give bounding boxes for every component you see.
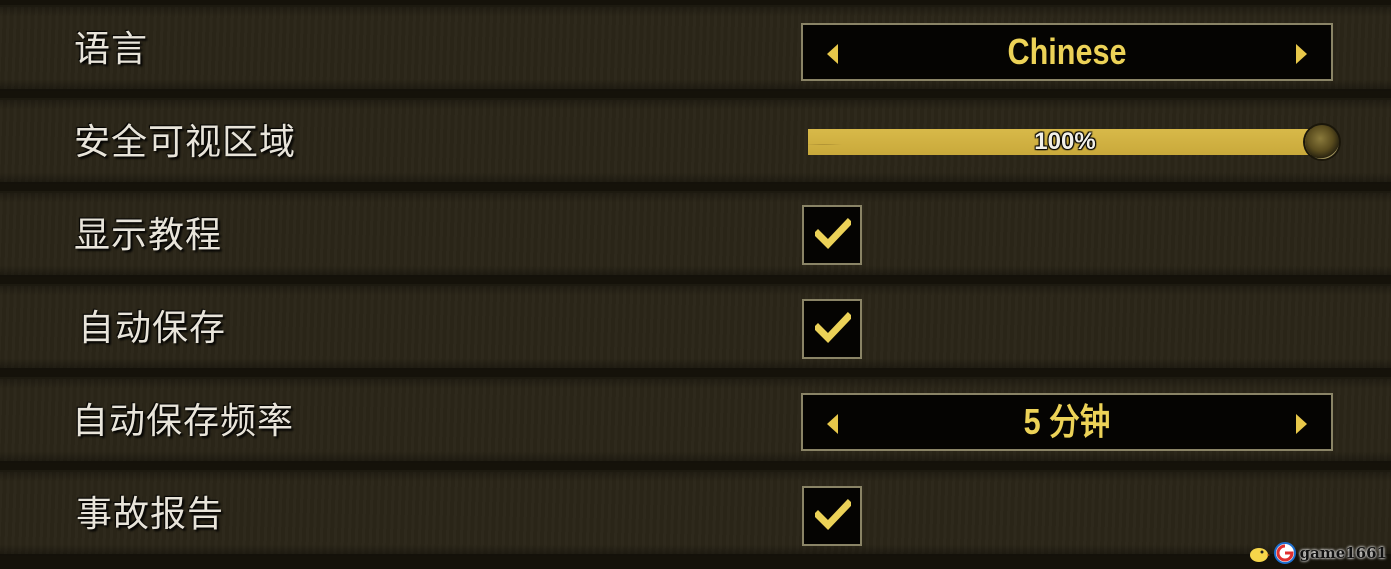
safe-area-value: 100% <box>1034 128 1096 155</box>
setting-row-crash-report: 事故报告 <box>0 470 1391 556</box>
settings-panel: 语言 Chinese 安全可视区域 100% 显示教程 自动保存 自动保存频率 … <box>0 0 1391 569</box>
autosave-frequency-value: 5 分钟 <box>1023 401 1111 442</box>
setting-row-safe-area: 安全可视区域 100% <box>0 98 1391 184</box>
setting-row-language: 语言 Chinese <box>0 5 1391 91</box>
setting-row-show-tutorial: 显示教程 <box>0 191 1391 277</box>
setting-row-autosave-frequency: 自动保存频率 5 分钟 <box>0 377 1391 463</box>
language-label: 语言 <box>74 29 149 70</box>
watermark-text: game1661 <box>1299 544 1387 562</box>
chick-icon <box>1249 548 1270 562</box>
crash-report-label: 事故报告 <box>76 494 225 535</box>
slider-knob-icon[interactable] <box>1305 125 1339 159</box>
caret-left-icon[interactable] <box>827 44 838 64</box>
caret-right-icon[interactable] <box>1296 44 1307 64</box>
checkmark-icon <box>815 499 851 531</box>
game-logo-icon <box>1273 542 1296 564</box>
checkmark-icon <box>815 312 851 344</box>
watermark: game1661 <box>1248 541 1387 565</box>
language-selector[interactable]: Chinese <box>801 23 1333 81</box>
safe-area-slider[interactable]: 100% <box>808 125 1339 159</box>
language-value: Chinese <box>1007 31 1127 72</box>
autosave-label: 自动保存 <box>78 308 227 349</box>
safe-area-label: 安全可视区域 <box>74 122 297 163</box>
crash-report-checkbox[interactable] <box>802 486 862 546</box>
show-tutorial-label: 显示教程 <box>74 215 223 256</box>
autosave-checkbox[interactable] <box>802 299 862 359</box>
checkmark-icon <box>815 218 851 250</box>
show-tutorial-checkbox[interactable] <box>802 205 862 265</box>
caret-left-icon[interactable] <box>827 414 838 434</box>
autosave-frequency-selector[interactable]: 5 分钟 <box>801 393 1333 451</box>
autosave-frequency-label: 自动保存频率 <box>72 401 295 442</box>
caret-right-icon[interactable] <box>1296 414 1307 434</box>
setting-row-autosave: 自动保存 <box>0 284 1391 370</box>
